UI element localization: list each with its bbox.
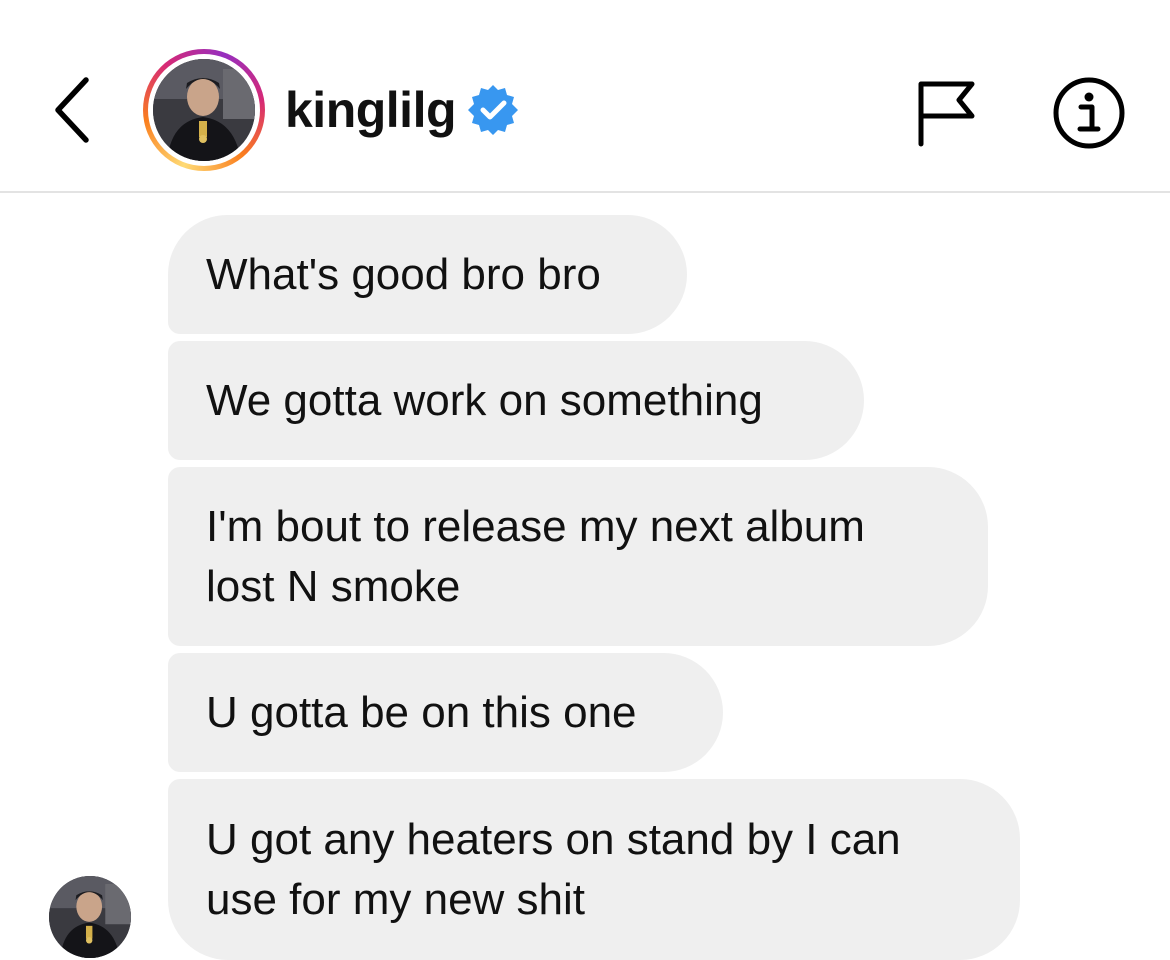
dm-conversation-screen: kinglilg What's good bro bro We gotta wo… (0, 0, 1170, 960)
avatar-photo-image (49, 876, 131, 958)
message-bubble[interactable]: We gotta work on something (168, 341, 864, 460)
chat-header: kinglilg (0, 0, 1170, 193)
chevron-left-icon (55, 77, 89, 143)
message-thread[interactable]: What's good bro bro We gotta work on som… (0, 193, 1170, 960)
back-button[interactable] (40, 70, 104, 150)
info-icon (1053, 77, 1125, 149)
info-button[interactable] (1052, 76, 1126, 150)
avatar-photo-image (153, 59, 255, 161)
message-bubble[interactable]: I'm bout to release my next album lost N… (168, 467, 988, 646)
avatar-ring-gap (148, 54, 260, 166)
message-bubble[interactable]: What's good bro bro (168, 215, 687, 334)
username: kinglilg (285, 82, 457, 138)
avatar (153, 59, 255, 161)
report-flag-button[interactable] (912, 78, 982, 148)
profile-avatar-story-ring[interactable] (143, 49, 265, 171)
sender-avatar[interactable] (49, 876, 131, 958)
message-bubble[interactable]: U got any heaters on stand by I can use … (168, 779, 1020, 960)
flag-icon (918, 81, 975, 147)
message-bubble[interactable]: U gotta be on this one (168, 653, 723, 772)
chat-title[interactable]: kinglilg (285, 80, 520, 140)
verified-badge-icon (468, 85, 518, 135)
